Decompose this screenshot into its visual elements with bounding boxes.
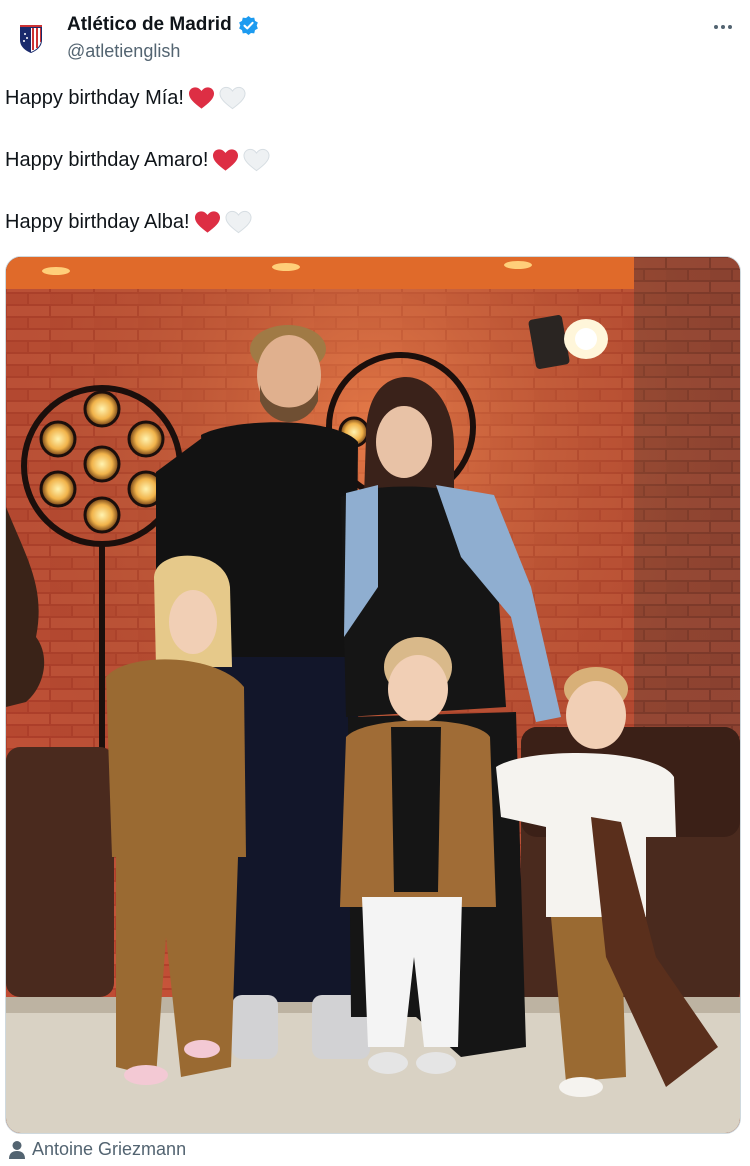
tagged-user[interactable]: Antoine Griezmann [8,1139,186,1160]
tagged-user-name[interactable]: Antoine Griezmann [32,1139,186,1160]
more-options-icon[interactable] [710,14,736,40]
person-icon [9,1140,25,1159]
tweet-text: Happy birthday Mía! [5,86,184,109]
white-heart-icon [243,148,270,172]
tweet-text: Happy birthday Alba! [5,210,190,233]
display-name[interactable]: Atlético de Madrid [67,14,232,36]
tweet-line-3: Happy birthday Alba! [5,210,252,234]
verified-badge-icon [238,15,258,35]
avatar[interactable] [14,22,48,56]
handle[interactable]: @atletienglish [67,41,180,62]
tweet-line-2: Happy birthday Amaro! [5,148,270,172]
white-heart-icon [225,210,252,234]
tweet-line-1: Happy birthday Mía! [5,86,246,110]
white-heart-icon [219,86,246,110]
red-heart-icon [194,211,220,233]
atletico-crest-icon [20,25,42,53]
tweet-photo[interactable] [5,256,741,1134]
red-heart-icon [213,149,239,171]
tweet-header: Atlético de Madrid @atletienglish [0,0,750,72]
family-photo-illustration [6,257,740,1133]
tweet-text: Happy birthday Amaro! [5,148,209,171]
red-heart-icon [188,87,215,109]
